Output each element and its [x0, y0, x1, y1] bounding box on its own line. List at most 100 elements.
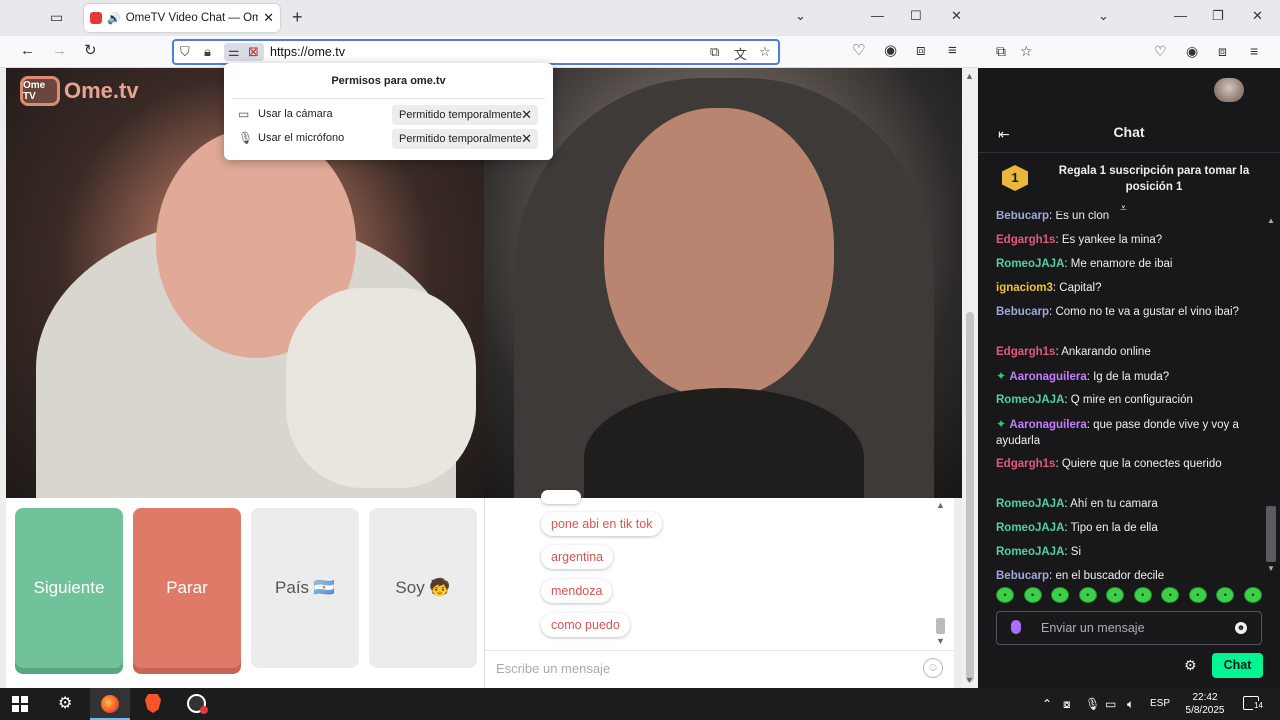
- lock-icon[interactable]: 🔒︎: [204, 44, 211, 60]
- picture-in-picture-icon[interactable]: ⧉: [710, 44, 719, 60]
- chat-username[interactable]: RomeoJAJA: [996, 394, 1064, 406]
- user-avatar[interactable]: [1214, 78, 1244, 102]
- emoji-icon[interactable]: ☺: [923, 658, 943, 678]
- chat-username[interactable]: Edgargh1s: [996, 234, 1055, 246]
- chat-username[interactable]: RomeoJAJA: [996, 546, 1064, 558]
- translate-icon[interactable]: 文: [734, 44, 747, 63]
- shield-icon[interactable]: ⛉: [180, 44, 190, 60]
- chat-scrollbar[interactable]: ▲ ▼: [1264, 214, 1278, 574]
- page-scroll-thumb[interactable]: [966, 312, 974, 682]
- remove-permission-icon[interactable]: ✕: [521, 129, 532, 149]
- reload-icon[interactable]: ↻: [84, 42, 97, 60]
- stop-button[interactable]: Parar: [133, 508, 241, 668]
- scroll-down-icon[interactable]: ▼: [965, 675, 974, 685]
- pocket-icon[interactable]: ♡: [852, 42, 865, 60]
- chat-username[interactable]: Edgargh1s: [996, 458, 1055, 470]
- picture-in-picture-icon[interactable]: ⧉: [996, 43, 1006, 60]
- sub-badge-icon[interactable]: ✦: [996, 417, 1009, 431]
- chat-settings-gear-icon[interactable]: ⚙: [1184, 657, 1197, 674]
- menu-icon[interactable]: ≡: [1250, 43, 1258, 59]
- firefox-icon[interactable]: [101, 695, 119, 713]
- pocket-icon[interactable]: ♡: [1154, 43, 1167, 60]
- tray-network-icon[interactable]: ▭: [1105, 697, 1116, 711]
- tab-ometv[interactable]: 🔊 OmeTV Video Chat — Ome ✕: [84, 4, 280, 32]
- brave-icon[interactable]: [145, 694, 161, 713]
- scroll-up-icon[interactable]: ▲: [965, 71, 974, 81]
- extensions-icon[interactable]: ⧈: [916, 42, 926, 60]
- chat-text: en el buscador decile: [1055, 570, 1165, 582]
- chat-scrollbar[interactable]: ▲ ▼: [933, 498, 947, 648]
- close-window-button[interactable]: ✕: [1252, 8, 1263, 24]
- menu-icon[interactable]: ≡: [948, 42, 957, 60]
- language-indicator[interactable]: ESP: [1150, 698, 1170, 709]
- url-text[interactable]: https://ome.tv: [270, 45, 345, 59]
- chat-username[interactable]: Bebucarp: [996, 211, 1049, 222]
- obs-recording-icon[interactable]: [187, 694, 208, 714]
- chat-message-input[interactable]: Enviar un mensaje ☻: [996, 611, 1262, 645]
- ometv-message-input[interactable]: Escribe un mensaje ☺: [485, 650, 955, 688]
- chat-username[interactable]: Aaronaguilera: [1009, 371, 1086, 383]
- chat-username[interactable]: Aaronaguilera: [1009, 419, 1086, 431]
- new-tab-button[interactable]: +: [292, 8, 303, 26]
- scroll-down-icon[interactable]: ▼: [1267, 564, 1275, 573]
- speaker-icon[interactable]: 🔊: [107, 12, 121, 25]
- emote-icon[interactable]: •: [1188, 587, 1207, 603]
- bookmark-star-icon[interactable]: ☆: [759, 44, 771, 60]
- country-button[interactable]: País 🇦🇷: [251, 508, 359, 668]
- chat-username[interactable]: Bebucarp: [996, 570, 1049, 582]
- minimize-button[interactable]: —: [871, 8, 884, 23]
- scroll-up-icon[interactable]: ▲: [1267, 216, 1275, 225]
- clock[interactable]: 22:42 5/8/2025: [1183, 691, 1227, 717]
- list-tabs-chevron-icon[interactable]: ⌄: [795, 8, 806, 24]
- tray-chevron-icon[interactable]: ⌃: [1042, 697, 1052, 711]
- send-chat-button[interactable]: Chat: [1212, 653, 1263, 678]
- gift-sub-banner[interactable]: 1 Regala 1 suscripción para tomar la pos…: [978, 153, 1280, 215]
- tray-microphone-icon[interactable]: 🎙︎: [1085, 697, 1100, 711]
- url-bar[interactable]: ⛉ 🔒︎ ⚌ ⊠ https://ome.tv ⧉ 文 ☆: [172, 39, 780, 65]
- microphone-icon[interactable]: [1011, 620, 1021, 634]
- emote-icon[interactable]: •: [1051, 587, 1070, 603]
- chat-username[interactable]: RomeoJAJA: [996, 258, 1064, 270]
- scroll-down-icon[interactable]: ▼: [936, 636, 945, 646]
- list-tabs-chevron-icon[interactable]: ⌄: [1098, 8, 1109, 24]
- account-icon[interactable]: ◉: [884, 42, 897, 60]
- chat-scroll-thumb[interactable]: [1266, 506, 1276, 562]
- chat-username[interactable]: Edgargh1s: [996, 346, 1055, 358]
- emote-icon[interactable]: •: [1078, 587, 1097, 603]
- gender-button[interactable]: Soy 🧒: [369, 508, 477, 668]
- tray-camera-icon[interactable]: ⧇: [1063, 697, 1071, 712]
- maximize-button[interactable]: ☐: [910, 8, 922, 24]
- minimize-button[interactable]: —: [1174, 8, 1187, 23]
- tray-volume-icon[interactable]: 🔈︎: [1127, 697, 1134, 712]
- scroll-up-icon[interactable]: ▲: [936, 500, 945, 510]
- close-tab-icon[interactable]: ✕: [263, 10, 274, 26]
- tab-overview-icon[interactable]: ▭: [50, 9, 68, 27]
- chat-scroll-thumb[interactable]: [936, 618, 945, 634]
- emote-icon[interactable]: •: [1133, 587, 1152, 603]
- extensions-icon[interactable]: ⧈: [1218, 43, 1227, 60]
- close-window-button[interactable]: ✕: [951, 8, 962, 24]
- clock-date: 5/8/2025: [1185, 705, 1225, 716]
- page-scrollbar[interactable]: ▲ ▼: [962, 68, 978, 688]
- account-icon[interactable]: ◉: [1186, 43, 1198, 60]
- emote-icon[interactable]: •: [1243, 587, 1262, 603]
- windows-start-icon[interactable]: [12, 696, 28, 712]
- chat-username[interactable]: Bebucarp: [996, 306, 1049, 318]
- chat-username[interactable]: RomeoJAJA: [996, 498, 1064, 510]
- settings-gear-icon[interactable]: ⚙: [58, 695, 72, 713]
- emoji-picker-icon[interactable]: ☻: [1235, 622, 1247, 634]
- emote-icon[interactable]: •: [1023, 587, 1042, 603]
- emote-icon[interactable]: •: [1161, 587, 1180, 603]
- emote-icon[interactable]: •: [996, 587, 1014, 603]
- chat-username[interactable]: ignaciom3: [996, 282, 1053, 294]
- sub-badge-icon[interactable]: ✦: [996, 369, 1009, 383]
- back-icon[interactable]: ←: [20, 42, 35, 60]
- next-button[interactable]: Siguiente: [15, 508, 123, 668]
- restore-button[interactable]: ❐: [1212, 8, 1224, 24]
- emote-icon[interactable]: •: [1216, 587, 1235, 603]
- forward-icon[interactable]: →: [52, 42, 67, 60]
- bookmark-star-icon[interactable]: ☆: [1020, 43, 1033, 60]
- chat-username[interactable]: RomeoJAJA: [996, 522, 1064, 534]
- emote-icon[interactable]: •: [1106, 587, 1125, 603]
- remove-permission-icon[interactable]: ✕: [521, 105, 532, 125]
